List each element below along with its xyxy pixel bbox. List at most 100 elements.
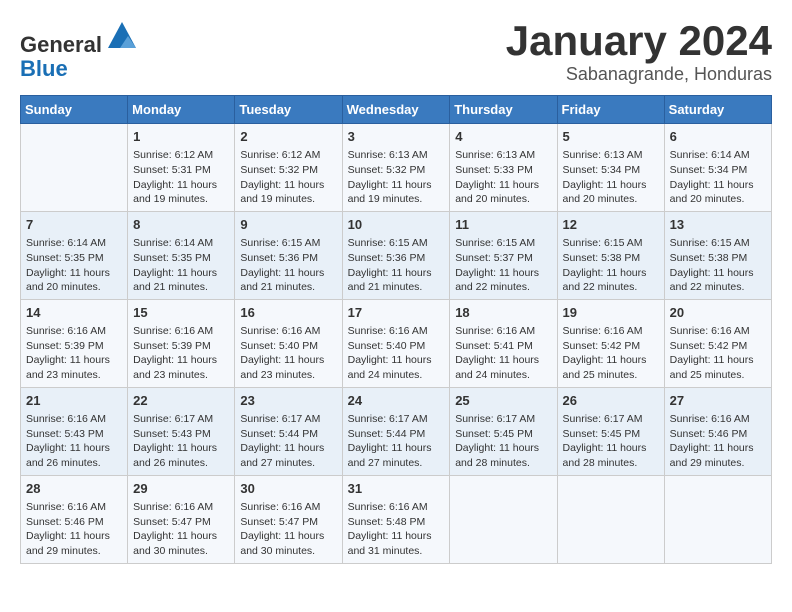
day-number: 4 xyxy=(455,128,551,146)
cell-sun-info: Sunrise: 6:16 AM Sunset: 5:41 PM Dayligh… xyxy=(455,324,551,383)
column-header-thursday: Thursday xyxy=(450,96,557,124)
column-header-tuesday: Tuesday xyxy=(235,96,342,124)
cell-sun-info: Sunrise: 6:14 AM Sunset: 5:35 PM Dayligh… xyxy=(133,236,229,295)
calendar-cell: 30 Sunrise: 6:16 AM Sunset: 5:47 PM Dayli… xyxy=(235,475,342,563)
day-number: 17 xyxy=(348,304,445,322)
day-number: 30 xyxy=(240,480,336,498)
day-number: 16 xyxy=(240,304,336,322)
cell-sun-info: Sunrise: 6:15 AM Sunset: 5:38 PM Dayligh… xyxy=(670,236,766,295)
calendar-cell: 21 Sunrise: 6:16 AM Sunset: 5:43 PM Dayli… xyxy=(21,387,128,475)
column-header-friday: Friday xyxy=(557,96,664,124)
calendar-cell: 12 Sunrise: 6:15 AM Sunset: 5:38 PM Dayli… xyxy=(557,211,664,299)
calendar-cell xyxy=(21,124,128,212)
calendar-cell: 16 Sunrise: 6:16 AM Sunset: 5:40 PM Dayli… xyxy=(235,299,342,387)
day-number: 22 xyxy=(133,392,229,410)
title-block: January 2024 Sabanagrande, Honduras xyxy=(506,20,772,85)
calendar-cell: 22 Sunrise: 6:17 AM Sunset: 5:43 PM Dayli… xyxy=(128,387,235,475)
day-number: 11 xyxy=(455,216,551,234)
calendar-cell xyxy=(557,475,664,563)
cell-sun-info: Sunrise: 6:16 AM Sunset: 5:46 PM Dayligh… xyxy=(670,412,766,471)
calendar-cell: 4Sunrise: 6:13 AM Sunset: 5:33 PM Daylig… xyxy=(450,124,557,212)
calendar-cell: 24Sunrise: 6:17 AM Sunset: 5:44 PM Dayli… xyxy=(342,387,450,475)
page-header: General Blue January 2024 Sabanagrande, … xyxy=(20,20,772,85)
calendar-week-row: 7 Sunrise: 6:14 AM Sunset: 5:35 PM Daylig… xyxy=(21,211,772,299)
calendar-cell: 10 Sunrise: 6:15 AM Sunset: 5:36 PM Dayli… xyxy=(342,211,450,299)
calendar-cell: 6 Sunrise: 6:14 AM Sunset: 5:34 PM Daylig… xyxy=(664,124,771,212)
calendar-cell: 8 Sunrise: 6:14 AM Sunset: 5:35 PM Daylig… xyxy=(128,211,235,299)
day-number: 29 xyxy=(133,480,229,498)
day-number: 19 xyxy=(563,304,659,322)
cell-sun-info: Sunrise: 6:16 AM Sunset: 5:42 PM Dayligh… xyxy=(670,324,766,383)
day-number: 23 xyxy=(240,392,336,410)
cell-sun-info: Sunrise: 6:15 AM Sunset: 5:38 PM Dayligh… xyxy=(563,236,659,295)
cell-sun-info: Sunrise: 6:12 AM Sunset: 5:32 PM Dayligh… xyxy=(240,148,336,207)
day-number: 10 xyxy=(348,216,445,234)
calendar-table: SundayMondayTuesdayWednesdayThursdayFrid… xyxy=(20,95,772,564)
column-header-sunday: Sunday xyxy=(21,96,128,124)
calendar-cell xyxy=(450,475,557,563)
day-number: 12 xyxy=(563,216,659,234)
calendar-cell: 5Sunrise: 6:13 AM Sunset: 5:34 PM Daylig… xyxy=(557,124,664,212)
calendar-week-row: 21 Sunrise: 6:16 AM Sunset: 5:43 PM Dayli… xyxy=(21,387,772,475)
calendar-cell: 7Sunrise: 6:14 AM Sunset: 5:35 PM Daylig… xyxy=(21,211,128,299)
day-number: 15 xyxy=(133,304,229,322)
cell-sun-info: Sunrise: 6:15 AM Sunset: 5:37 PM Dayligh… xyxy=(455,236,551,295)
cell-sun-info: Sunrise: 6:16 AM Sunset: 5:46 PM Dayligh… xyxy=(26,500,122,559)
calendar-cell: 26 Sunrise: 6:17 AM Sunset: 5:45 PM Dayli… xyxy=(557,387,664,475)
calendar-cell: 3 Sunrise: 6:13 AM Sunset: 5:32 PM Daylig… xyxy=(342,124,450,212)
cell-sun-info: Sunrise: 6:12 AM Sunset: 5:31 PM Dayligh… xyxy=(133,148,229,207)
logo-general-text: General xyxy=(20,32,102,57)
day-number: 2 xyxy=(240,128,336,146)
cell-sun-info: Sunrise: 6:13 AM Sunset: 5:32 PM Dayligh… xyxy=(348,148,445,207)
day-number: 6 xyxy=(670,128,766,146)
calendar-cell: 13 Sunrise: 6:15 AM Sunset: 5:38 PM Dayli… xyxy=(664,211,771,299)
calendar-cell: 9 Sunrise: 6:15 AM Sunset: 5:36 PM Daylig… xyxy=(235,211,342,299)
calendar-cell: 29 Sunrise: 6:16 AM Sunset: 5:47 PM Dayli… xyxy=(128,475,235,563)
calendar-cell: 1 Sunrise: 6:12 AM Sunset: 5:31 PM Daylig… xyxy=(128,124,235,212)
logo-icon xyxy=(106,20,138,52)
cell-sun-info: Sunrise: 6:17 AM Sunset: 5:43 PM Dayligh… xyxy=(133,412,229,471)
day-number: 3 xyxy=(348,128,445,146)
day-number: 8 xyxy=(133,216,229,234)
day-number: 28 xyxy=(26,480,122,498)
day-number: 20 xyxy=(670,304,766,322)
calendar-cell: 31Sunrise: 6:16 AM Sunset: 5:48 PM Dayli… xyxy=(342,475,450,563)
calendar-cell: 11 Sunrise: 6:15 AM Sunset: 5:37 PM Dayli… xyxy=(450,211,557,299)
cell-sun-info: Sunrise: 6:17 AM Sunset: 5:45 PM Dayligh… xyxy=(455,412,551,471)
calendar-week-row: 1 Sunrise: 6:12 AM Sunset: 5:31 PM Daylig… xyxy=(21,124,772,212)
cell-sun-info: Sunrise: 6:15 AM Sunset: 5:36 PM Dayligh… xyxy=(240,236,336,295)
calendar-header-row: SundayMondayTuesdayWednesdayThursdayFrid… xyxy=(21,96,772,124)
day-number: 13 xyxy=(670,216,766,234)
cell-sun-info: Sunrise: 6:16 AM Sunset: 5:40 PM Dayligh… xyxy=(240,324,336,383)
logo: General Blue xyxy=(20,20,138,81)
column-header-monday: Monday xyxy=(128,96,235,124)
day-number: 26 xyxy=(563,392,659,410)
day-number: 7 xyxy=(26,216,122,234)
cell-sun-info: Sunrise: 6:13 AM Sunset: 5:34 PM Dayligh… xyxy=(563,148,659,207)
cell-sun-info: Sunrise: 6:15 AM Sunset: 5:36 PM Dayligh… xyxy=(348,236,445,295)
calendar-cell: 18Sunrise: 6:16 AM Sunset: 5:41 PM Dayli… xyxy=(450,299,557,387)
month-title: January 2024 xyxy=(506,20,772,62)
day-number: 25 xyxy=(455,392,551,410)
cell-sun-info: Sunrise: 6:16 AM Sunset: 5:47 PM Dayligh… xyxy=(133,500,229,559)
calendar-cell: 28 Sunrise: 6:16 AM Sunset: 5:46 PM Dayli… xyxy=(21,475,128,563)
day-number: 21 xyxy=(26,392,122,410)
cell-sun-info: Sunrise: 6:14 AM Sunset: 5:34 PM Dayligh… xyxy=(670,148,766,207)
calendar-cell: 19Sunrise: 6:16 AM Sunset: 5:42 PM Dayli… xyxy=(557,299,664,387)
calendar-cell xyxy=(664,475,771,563)
cell-sun-info: Sunrise: 6:16 AM Sunset: 5:47 PM Dayligh… xyxy=(240,500,336,559)
column-header-saturday: Saturday xyxy=(664,96,771,124)
cell-sun-info: Sunrise: 6:16 AM Sunset: 5:39 PM Dayligh… xyxy=(26,324,122,383)
calendar-cell: 27Sunrise: 6:16 AM Sunset: 5:46 PM Dayli… xyxy=(664,387,771,475)
calendar-cell: 15Sunrise: 6:16 AM Sunset: 5:39 PM Dayli… xyxy=(128,299,235,387)
cell-sun-info: Sunrise: 6:16 AM Sunset: 5:43 PM Dayligh… xyxy=(26,412,122,471)
calendar-cell: 25 Sunrise: 6:17 AM Sunset: 5:45 PM Dayli… xyxy=(450,387,557,475)
day-number: 9 xyxy=(240,216,336,234)
cell-sun-info: Sunrise: 6:16 AM Sunset: 5:40 PM Dayligh… xyxy=(348,324,445,383)
day-number: 14 xyxy=(26,304,122,322)
calendar-cell: 2 Sunrise: 6:12 AM Sunset: 5:32 PM Daylig… xyxy=(235,124,342,212)
cell-sun-info: Sunrise: 6:17 AM Sunset: 5:45 PM Dayligh… xyxy=(563,412,659,471)
day-number: 31 xyxy=(348,480,445,498)
day-number: 1 xyxy=(133,128,229,146)
calendar-cell: 23Sunrise: 6:17 AM Sunset: 5:44 PM Dayli… xyxy=(235,387,342,475)
